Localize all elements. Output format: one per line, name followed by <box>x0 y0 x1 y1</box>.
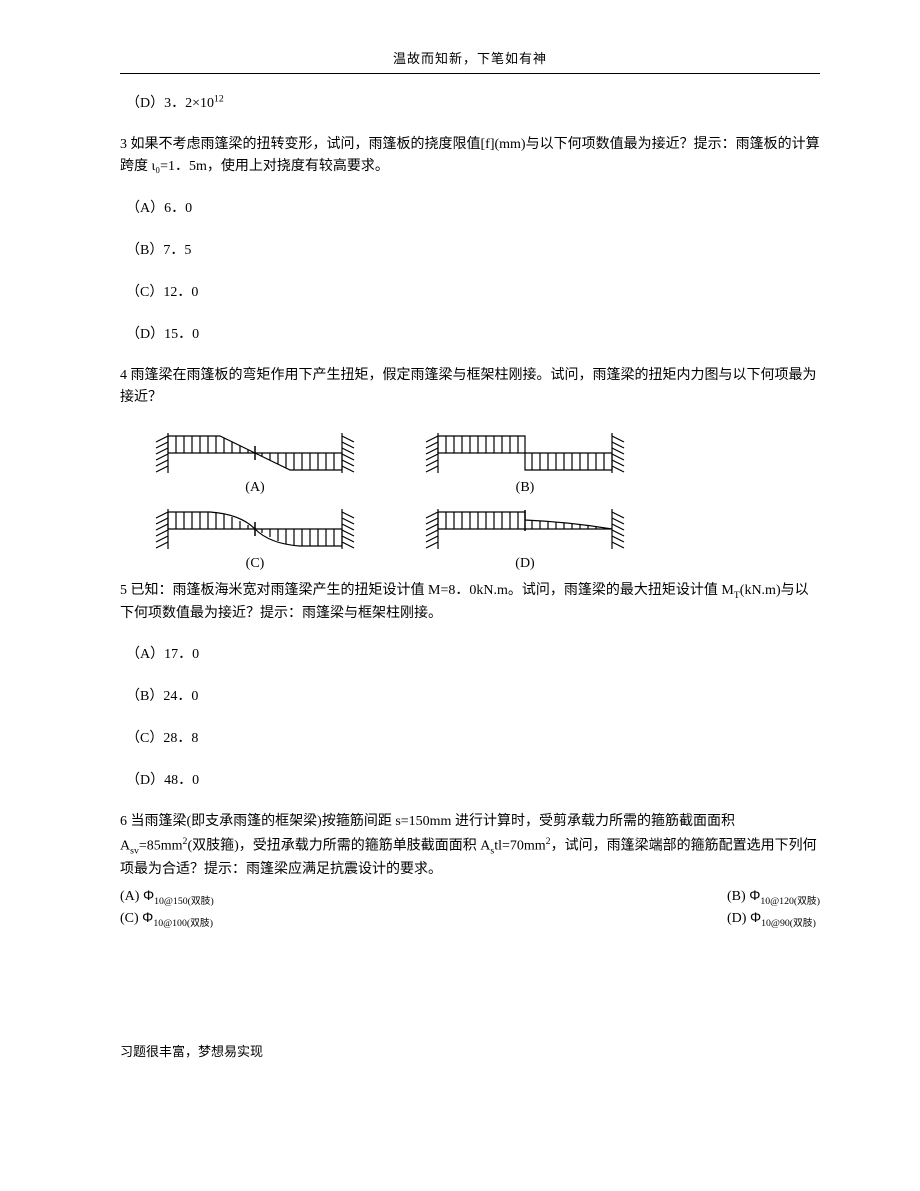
q6-sv: sv <box>130 845 139 856</box>
phi-icon: Φ <box>142 909 153 925</box>
q4-diagram-a: (A) <box>150 428 360 496</box>
q4-label-b: (B) <box>516 480 535 496</box>
q3-option-a: （A）6．0 <box>120 197 820 217</box>
q6-c-pre: (C) <box>120 911 142 926</box>
q3-option-b: （B）7．5 <box>120 239 820 259</box>
q6-d-pre: (D) <box>727 911 750 926</box>
q5-option-c: （C）28．8 <box>120 727 820 747</box>
page-header: 温故而知新，下笔如有神 <box>120 48 820 67</box>
q6-d-rebar: 10@90(双肢) <box>761 918 816 929</box>
phi-icon: Φ <box>749 887 760 903</box>
q6-c-rebar: 10@100(双肢) <box>153 918 213 929</box>
q4-label-d: (D) <box>515 556 534 572</box>
q4-diagram-b: (B) <box>420 428 630 496</box>
phi-icon: Φ <box>750 909 761 925</box>
q6-b-rebar: 10@120(双肢) <box>760 896 820 907</box>
q6-a-pre: (A) <box>120 889 143 904</box>
q4-diagram-c: (C) <box>150 504 360 572</box>
q5-option-a: （A）17．0 <box>120 643 820 663</box>
q5-text-1: 5 已知：雨篷板海米宽对雨篷梁产生的扭矩设计值 M=8．0kN.m。试问，雨篷梁… <box>120 583 734 598</box>
q6-option-d: (D) Φ10@90(双肢) <box>727 909 820 929</box>
q6-option-b: (B) Φ10@120(双肢) <box>727 887 820 907</box>
page-footer: 习题很丰富，梦想易实现 <box>120 1041 820 1060</box>
q6-t2: =85mm <box>139 838 183 853</box>
q4-label-a: (A) <box>245 480 264 496</box>
q4-diagram-d: (D) <box>420 504 630 572</box>
q6-text: 6 当雨篷梁(即支承雨篷的框架梁)按箍筋间距 s=150mm 进行计算时，受剪承… <box>120 811 820 881</box>
q4-text: 4 雨篷梁在雨篷板的弯矩作用下产生扭矩，假定雨篷梁与框架柱刚接。试问，雨篷梁的扭… <box>120 365 820 410</box>
q5-option-d: （D）48．0 <box>120 769 820 789</box>
prev-option-d: （D）3．2×1012 <box>120 92 820 112</box>
q4-label-c: (C) <box>246 556 265 572</box>
q5-option-b: （B）24．0 <box>120 685 820 705</box>
prev-d-text: （D）3．2×10 <box>126 96 214 111</box>
header-rule <box>120 73 820 74</box>
phi-icon: Φ <box>143 887 154 903</box>
q6-b-pre: (B) <box>727 889 749 904</box>
q3-text: 3 如果不考虑雨篷梁的扭转变形，试问，雨篷板的挠度限值[f](mm)与以下何项数… <box>120 134 820 179</box>
q6-a-rebar: 10@150(双肢) <box>154 896 214 907</box>
prev-d-sup: 12 <box>214 93 224 104</box>
q6-t4: tl=70mm <box>494 838 545 853</box>
q6-t3: (双肢箍)，受扭承载力所需的箍筋单肢截面面积 A <box>187 838 490 853</box>
q3-option-d: （D）15．0 <box>120 323 820 343</box>
q6-option-a: (A) Φ10@150(双肢) <box>120 887 540 907</box>
q3-option-c: （C）12．0 <box>120 281 820 301</box>
q5-text: 5 已知：雨篷板海米宽对雨篷梁产生的扭矩设计值 M=8．0kN.m。试问，雨篷梁… <box>120 580 820 626</box>
q6-option-c: (C) Φ10@100(双肢) <box>120 909 540 929</box>
